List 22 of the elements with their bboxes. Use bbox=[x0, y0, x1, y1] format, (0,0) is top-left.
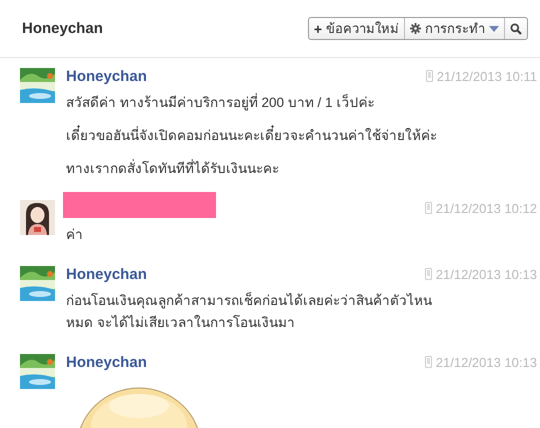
conversation-title: Honeychan bbox=[22, 20, 103, 37]
message-text: ทางเรากดสั่งโดทันทีที่ได้รับเงินนะคะ bbox=[66, 158, 280, 178]
phone-icon bbox=[424, 268, 432, 280]
message-text: เดี๋ยวขอฮันนี่จังเปิดคอมก่อนนะคะเดี๋ยวจะคำนวนค่าใช้จ่ายให้ค่ะ bbox=[66, 125, 540, 147]
timestamp: 21/12/2013 10:11 bbox=[436, 68, 537, 84]
actions-button[interactable]: การกระทำ bbox=[404, 18, 504, 39]
sender-name[interactable]: Honeychan bbox=[66, 266, 147, 282]
message-text: สวัสดีค่า ทางร้านมีค่าบริการอยู่ที่ 200 บาท / 1 เว็ปค่ะ bbox=[66, 92, 376, 112]
caret-icon bbox=[489, 26, 499, 32]
sender-name[interactable]: Honeychan bbox=[66, 68, 147, 84]
phone-icon bbox=[424, 202, 432, 214]
message-text: ก่อนโอนเงินคุณลูกค้าสามารถเช็คก่อนได้เลยค่ะว่าสินค้าตัวไหน หมด จะได้ไม่เสียเวลาในการโอนเงินมา bbox=[66, 291, 433, 332]
timestamp: 21/12/2013 10:13 bbox=[436, 354, 537, 370]
gear-icon bbox=[410, 23, 421, 34]
message-text: ค่า bbox=[66, 226, 84, 244]
sender-name[interactable]: Honeychan bbox=[66, 354, 147, 370]
phone-icon bbox=[426, 70, 433, 82]
timestamp: 21/12/2013 10:12 bbox=[436, 200, 537, 216]
timestamp: 21/12/2013 10:13 bbox=[436, 266, 537, 282]
phone-icon bbox=[424, 356, 432, 368]
new-message-button[interactable]: + ข้อความใหม่ bbox=[308, 18, 404, 39]
search-icon bbox=[510, 22, 522, 34]
